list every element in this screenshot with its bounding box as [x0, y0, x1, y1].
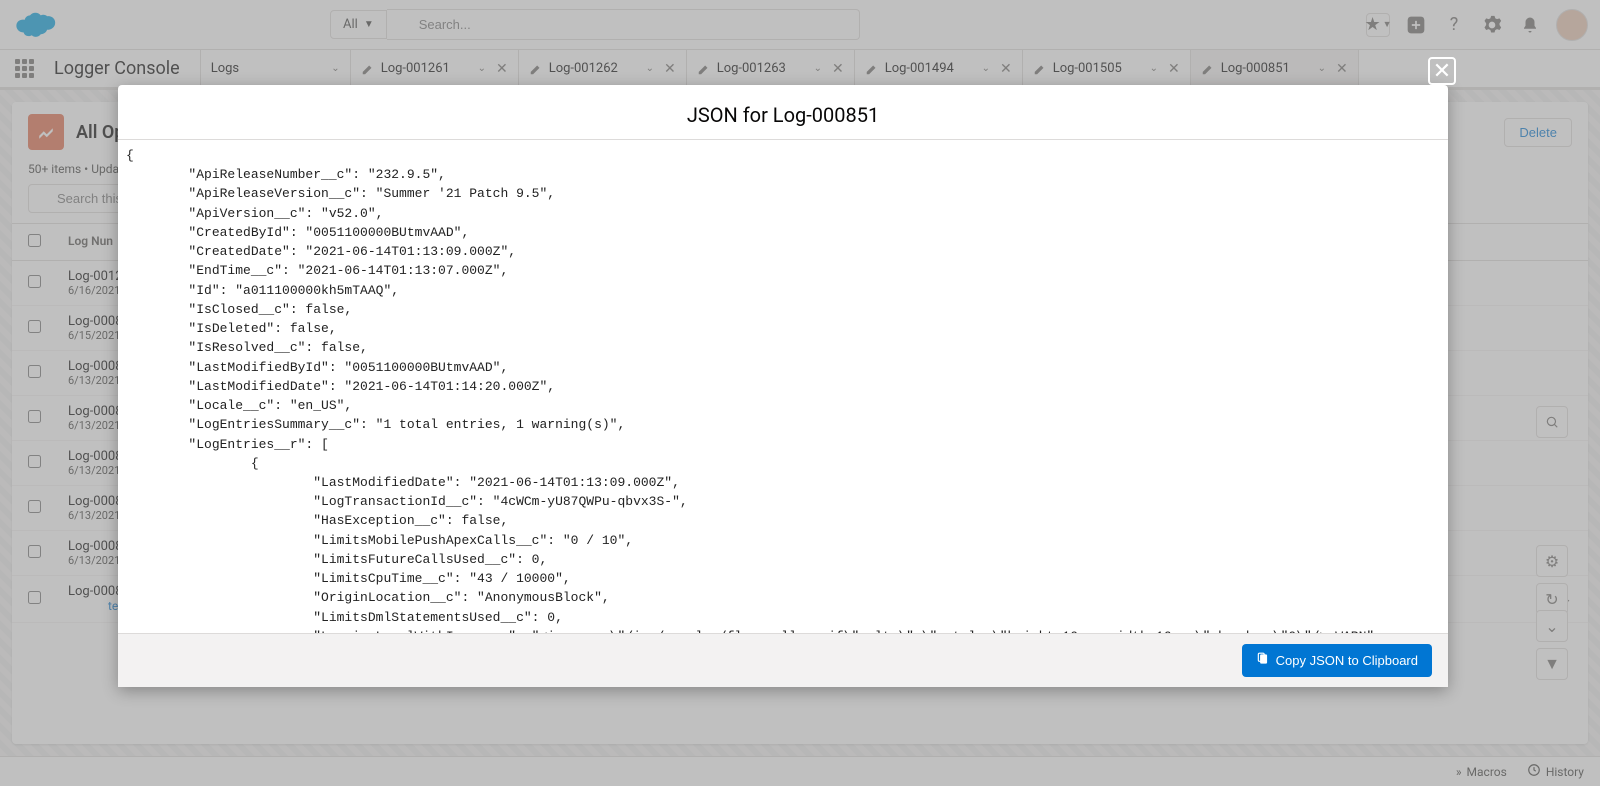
modal-title: JSON for Log-000851 [118, 85, 1448, 139]
json-content: { "ApiReleaseNumber__c": "232.9.5", "Api… [126, 146, 1440, 634]
clipboard-icon [1256, 652, 1270, 669]
modal-footer: Copy JSON to Clipboard [118, 634, 1448, 687]
modal-close-button[interactable]: ✕ [1428, 57, 1456, 85]
json-modal: ✕ JSON for Log-000851 { "ApiReleaseNumbe… [118, 85, 1448, 687]
modal-body[interactable]: { "ApiReleaseNumber__c": "232.9.5", "Api… [118, 139, 1448, 634]
copy-json-button[interactable]: Copy JSON to Clipboard [1242, 644, 1432, 677]
